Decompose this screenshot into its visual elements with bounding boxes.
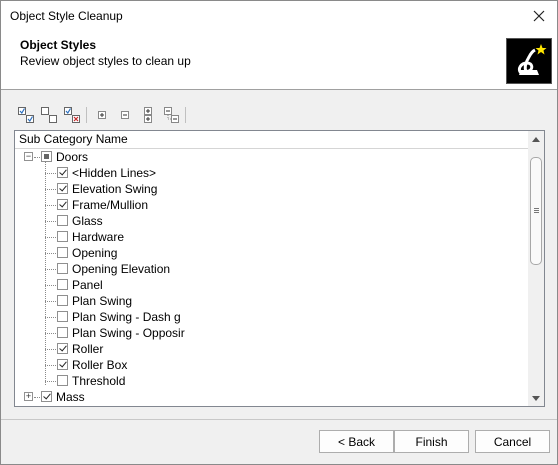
node-checkbox[interactable] (57, 199, 68, 210)
column-header-sub-category-name[interactable]: Sub Category Name (15, 131, 529, 149)
node-checkbox[interactable] (57, 167, 68, 178)
vertical-scrollbar[interactable] (528, 131, 544, 406)
window-title: Object Style Cleanup (10, 9, 123, 23)
tree-subcategory-row[interactable]: Frame/Mullion (15, 197, 529, 213)
node-checkbox[interactable] (57, 359, 68, 370)
tree-subcategory-row[interactable]: Plan Swing - Dash g (15, 309, 529, 325)
toolbar-separator (86, 107, 87, 123)
header-subtitle: Review object styles to clean up (20, 54, 191, 68)
tree-toolbar (14, 105, 189, 125)
tree-category-row[interactable]: − Doors (15, 149, 529, 165)
scroll-up-icon[interactable] (528, 131, 544, 147)
uncheck-all-icon[interactable] (37, 105, 60, 125)
expand-icon[interactable] (90, 105, 113, 125)
invert-check-icon[interactable] (60, 105, 83, 125)
tree-subcategory-row[interactable]: <Hidden Lines> (15, 165, 529, 181)
finish-button[interactable]: Finish (394, 430, 469, 453)
node-label[interactable]: Roller (72, 342, 103, 356)
node-checkbox[interactable] (57, 327, 68, 338)
node-label[interactable]: Frame/Mullion (72, 198, 148, 212)
node-checkbox[interactable] (57, 375, 68, 386)
dialog-window: Object Style Cleanup Object Styles Revie… (0, 0, 558, 465)
close-icon[interactable] (527, 4, 551, 28)
node-checkbox[interactable] (57, 343, 68, 354)
node-label[interactable]: Panel (72, 278, 103, 292)
collapse-node-icon[interactable]: − (24, 152, 33, 161)
scroll-down-icon[interactable] (528, 390, 544, 406)
node-checkbox[interactable] (41, 391, 52, 402)
node-label[interactable]: Plan Swing - Dash g (72, 310, 181, 324)
tree-category-row[interactable]: + Mass (15, 389, 529, 405)
tree-subcategory-row[interactable]: Panel (15, 277, 529, 293)
node-label[interactable]: <Hidden Lines> (72, 166, 156, 180)
tree-subcategory-row[interactable]: Opening Elevation (15, 261, 529, 277)
wizard-header: Object Styles Review object styles to cl… (1, 32, 557, 90)
node-label[interactable]: Plan Swing (72, 294, 132, 308)
node-checkbox[interactable] (57, 295, 68, 306)
tree-subcategory-row[interactable]: Roller Box (15, 357, 529, 373)
tree-subcategory-row[interactable]: Roller (15, 341, 529, 357)
node-checkbox[interactable] (57, 215, 68, 226)
node-label[interactable]: Glass (72, 214, 103, 228)
tree-subcategory-row[interactable]: Hardware (15, 229, 529, 245)
tree-subcategory-row[interactable]: Threshold (15, 373, 529, 389)
title-bar: Object Style Cleanup (1, 1, 557, 32)
tree-rows: − Doors <Hidden Lines> Elevation Swing Frame… (15, 149, 529, 405)
subcategory-tree[interactable]: Sub Category Name − Doors <Hidden Lines> El… (14, 130, 545, 407)
node-checkbox[interactable] (57, 247, 68, 258)
node-checkbox[interactable] (41, 151, 52, 162)
node-checkbox[interactable] (57, 263, 68, 274)
expand-all-icon[interactable] (136, 105, 159, 125)
node-label[interactable]: Plan Swing - Opposir (72, 326, 185, 340)
node-checkbox[interactable] (57, 183, 68, 194)
footer-separator (1, 419, 557, 420)
header-title: Object Styles (20, 38, 97, 52)
tree-subcategory-row[interactable]: Elevation Swing (15, 181, 529, 197)
node-checkbox[interactable] (57, 231, 68, 242)
collapse-icon[interactable] (113, 105, 136, 125)
node-label[interactable]: Mass (56, 390, 85, 404)
node-label[interactable]: Elevation Swing (72, 182, 157, 196)
check-all-icon[interactable] (14, 105, 37, 125)
tree-subcategory-row[interactable]: Plan Swing (15, 293, 529, 309)
node-label[interactable]: Hardware (72, 230, 124, 244)
back-button[interactable]: < Back (319, 430, 394, 453)
cancel-button[interactable]: Cancel (475, 430, 550, 453)
node-label[interactable]: Doors (56, 150, 88, 164)
node-label[interactable]: Threshold (72, 374, 125, 388)
node-label[interactable]: Roller Box (72, 358, 127, 372)
node-label[interactable]: Opening (72, 246, 117, 260)
collapse-all-icon[interactable] (159, 105, 182, 125)
expand-node-icon[interactable]: + (24, 392, 33, 401)
tree-subcategory-row[interactable]: Opening (15, 245, 529, 261)
node-label[interactable]: Opening Elevation (72, 262, 170, 276)
toolbar-separator (185, 107, 186, 123)
tree-connector-line (45, 161, 46, 385)
app-logo-icon (506, 38, 552, 84)
tree-subcategory-row[interactable]: Glass (15, 213, 529, 229)
node-checkbox[interactable] (57, 279, 68, 290)
node-checkbox[interactable] (57, 311, 68, 322)
scroll-thumb[interactable] (530, 157, 542, 265)
tree-subcategory-row[interactable]: Plan Swing - Opposir (15, 325, 529, 341)
